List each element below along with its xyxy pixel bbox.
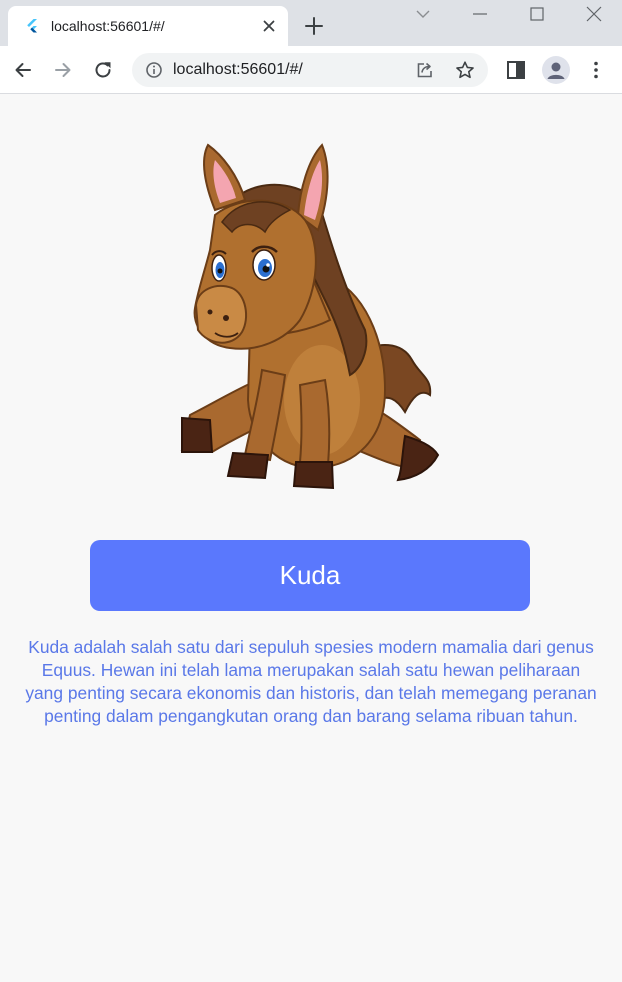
browser-tab[interactable]: localhost:56601/#/: [8, 6, 288, 46]
tab-title: localhost:56601/#/: [51, 18, 165, 34]
page-content: Kuda Kuda adalah salah satu dari sepuluh…: [0, 95, 622, 982]
side-panel-icon[interactable]: [504, 58, 528, 82]
share-icon[interactable]: [415, 60, 435, 80]
arrow-left-icon[interactable]: [11, 58, 35, 82]
browser-titlebar: localhost:56601/#/: [0, 0, 622, 46]
reload-icon[interactable]: [91, 58, 115, 82]
minimize-icon[interactable]: [470, 4, 490, 24]
url-text[interactable]: localhost:56601/#/: [173, 61, 303, 79]
star-icon[interactable]: [454, 59, 476, 81]
arrow-right-icon[interactable]: [51, 58, 75, 82]
animal-description: Kuda adalah salah satu dari sepuluh spes…: [25, 637, 597, 726]
close-icon[interactable]: [584, 4, 604, 24]
maximize-icon[interactable]: [527, 4, 547, 24]
address-bar[interactable]: localhost:56601/#/: [132, 53, 488, 87]
animal-name-button[interactable]: Kuda: [90, 540, 530, 611]
info-icon[interactable]: [145, 61, 163, 79]
tab-search-icon[interactable]: [413, 4, 433, 24]
person-icon: [547, 62, 565, 79]
plus-icon[interactable]: [303, 15, 325, 37]
tab-close-icon[interactable]: [260, 17, 278, 35]
profile-button[interactable]: [542, 56, 570, 84]
horse-illustration: [180, 143, 440, 490]
browser-toolbar: localhost:56601/#/: [0, 46, 622, 94]
kebab-menu-icon[interactable]: [584, 58, 608, 82]
flutter-icon: [27, 19, 37, 33]
